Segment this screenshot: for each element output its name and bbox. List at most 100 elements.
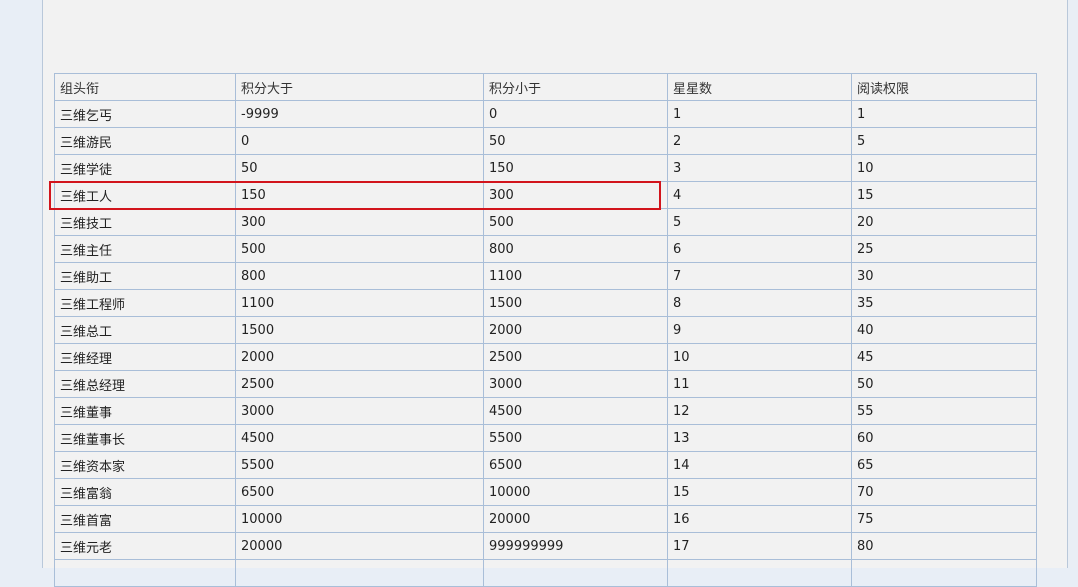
cell-stars: 10 [667, 343, 852, 371]
cell-credits-min: 50 [235, 154, 484, 182]
cell-credits-min: 4500 [235, 424, 484, 452]
table-row: 三维主任 500 800 6 25 [54, 235, 1037, 263]
table-row: 三维技工 300 500 5 20 [54, 208, 1037, 236]
cell-read-permission: 50 [851, 370, 1037, 398]
cell-credits-min: 2000 [235, 343, 484, 371]
cell-title: 三维总经理 [54, 370, 236, 398]
cell-credits-min: 0 [235, 127, 484, 155]
cell-credits-min: 500 [235, 235, 484, 263]
table-row: 三维董事 3000 4500 12 55 [54, 397, 1037, 425]
cell-title: 三维技工 [54, 208, 236, 236]
cell-credits-min: 2500 [235, 370, 484, 398]
cell-stars: 17 [667, 532, 852, 560]
cell-read-permission: 25 [851, 235, 1037, 263]
cell-stars: 9 [667, 316, 852, 344]
cell-title [54, 559, 236, 587]
cell-stars [667, 559, 852, 587]
cell-title: 三维董事长 [54, 424, 236, 452]
cell-read-permission: 70 [851, 478, 1037, 506]
column-header-credits-max: 积分小于 [483, 73, 668, 101]
table-row: 三维工程师 1100 1500 8 35 [54, 289, 1037, 317]
cell-stars: 8 [667, 289, 852, 317]
cell-title: 三维工人 [54, 181, 236, 209]
scrollbar-strip[interactable] [1068, 0, 1078, 568]
cell-credits-max: 50 [483, 127, 668, 155]
cell-credits-max: 2500 [483, 343, 668, 371]
cell-read-permission: 5 [851, 127, 1037, 155]
cell-credits-min: 10000 [235, 505, 484, 533]
cell-stars: 15 [667, 478, 852, 506]
cell-credits-max: 500 [483, 208, 668, 236]
table-row: 三维学徒 50 150 3 10 [54, 154, 1037, 182]
cell-credits-max: 6500 [483, 451, 668, 479]
column-header-stars: 星星数 [667, 73, 852, 101]
cell-title: 三维资本家 [54, 451, 236, 479]
cell-credits-max: 3000 [483, 370, 668, 398]
table-row: 三维富翁 6500 10000 15 70 [54, 478, 1037, 506]
cell-credits-min: -9999 [235, 100, 484, 128]
cell-read-permission: 45 [851, 343, 1037, 371]
column-header-read-permission: 阅读权限 [851, 73, 1037, 101]
cell-credits-min: 150 [235, 181, 484, 209]
cell-title: 三维董事 [54, 397, 236, 425]
user-group-rank-table: 组头衔 积分大于 积分小于 星星数 阅读权限 三维乞丐 -9999 0 1 1 … [54, 73, 1037, 587]
cell-stars: 13 [667, 424, 852, 452]
cell-credits-max: 4500 [483, 397, 668, 425]
table-row-highlighted: 三维工人 150 300 4 15 [54, 181, 1037, 209]
cell-title: 三维学徒 [54, 154, 236, 182]
cell-stars: 4 [667, 181, 852, 209]
cell-credits-min: 6500 [235, 478, 484, 506]
table-row-cut-off [54, 559, 1037, 587]
cell-stars: 16 [667, 505, 852, 533]
table-row: 三维乞丐 -9999 0 1 1 [54, 100, 1037, 128]
cell-stars: 11 [667, 370, 852, 398]
cell-credits-max: 1500 [483, 289, 668, 317]
table-row: 三维经理 2000 2500 10 45 [54, 343, 1037, 371]
cell-stars: 3 [667, 154, 852, 182]
cell-read-permission: 55 [851, 397, 1037, 425]
table-row: 三维游民 0 50 2 5 [54, 127, 1037, 155]
cell-credits-min [235, 559, 484, 587]
cell-credits-min: 1500 [235, 316, 484, 344]
cell-credits-max: 800 [483, 235, 668, 263]
cell-credits-max: 2000 [483, 316, 668, 344]
cell-title: 三维工程师 [54, 289, 236, 317]
table-row: 三维首富 10000 20000 16 75 [54, 505, 1037, 533]
cell-read-permission: 65 [851, 451, 1037, 479]
table-row: 三维董事长 4500 5500 13 60 [54, 424, 1037, 452]
cell-title: 三维经理 [54, 343, 236, 371]
table-row: 三维总经理 2500 3000 11 50 [54, 370, 1037, 398]
cell-title: 三维游民 [54, 127, 236, 155]
cell-stars: 12 [667, 397, 852, 425]
table-row: 三维元老 20000 999999999 17 80 [54, 532, 1037, 560]
cell-credits-min: 1100 [235, 289, 484, 317]
cell-credits-min: 20000 [235, 532, 484, 560]
cell-read-permission: 35 [851, 289, 1037, 317]
cell-stars: 1 [667, 100, 852, 128]
table-row: 三维总工 1500 2000 9 40 [54, 316, 1037, 344]
cell-credits-max: 10000 [483, 478, 668, 506]
column-header-credits-min: 积分大于 [235, 73, 484, 101]
cell-credits-max: 1100 [483, 262, 668, 290]
table-row: 三维助工 800 1100 7 30 [54, 262, 1037, 290]
cell-credits-max [483, 559, 668, 587]
cell-credits-min: 800 [235, 262, 484, 290]
cell-stars: 7 [667, 262, 852, 290]
cell-title: 三维首富 [54, 505, 236, 533]
cell-credits-min: 300 [235, 208, 484, 236]
cell-title: 三维乞丐 [54, 100, 236, 128]
cell-credits-min: 5500 [235, 451, 484, 479]
cell-stars: 2 [667, 127, 852, 155]
cell-read-permission: 20 [851, 208, 1037, 236]
table-row: 三维资本家 5500 6500 14 65 [54, 451, 1037, 479]
cell-read-permission: 80 [851, 532, 1037, 560]
cell-read-permission: 1 [851, 100, 1037, 128]
cell-read-permission: 40 [851, 316, 1037, 344]
cell-credits-max: 20000 [483, 505, 668, 533]
cell-credits-max: 999999999 [483, 532, 668, 560]
cell-stars: 5 [667, 208, 852, 236]
cell-credits-max: 150 [483, 154, 668, 182]
cell-credits-max: 5500 [483, 424, 668, 452]
cell-read-permission: 10 [851, 154, 1037, 182]
cell-read-permission: 75 [851, 505, 1037, 533]
